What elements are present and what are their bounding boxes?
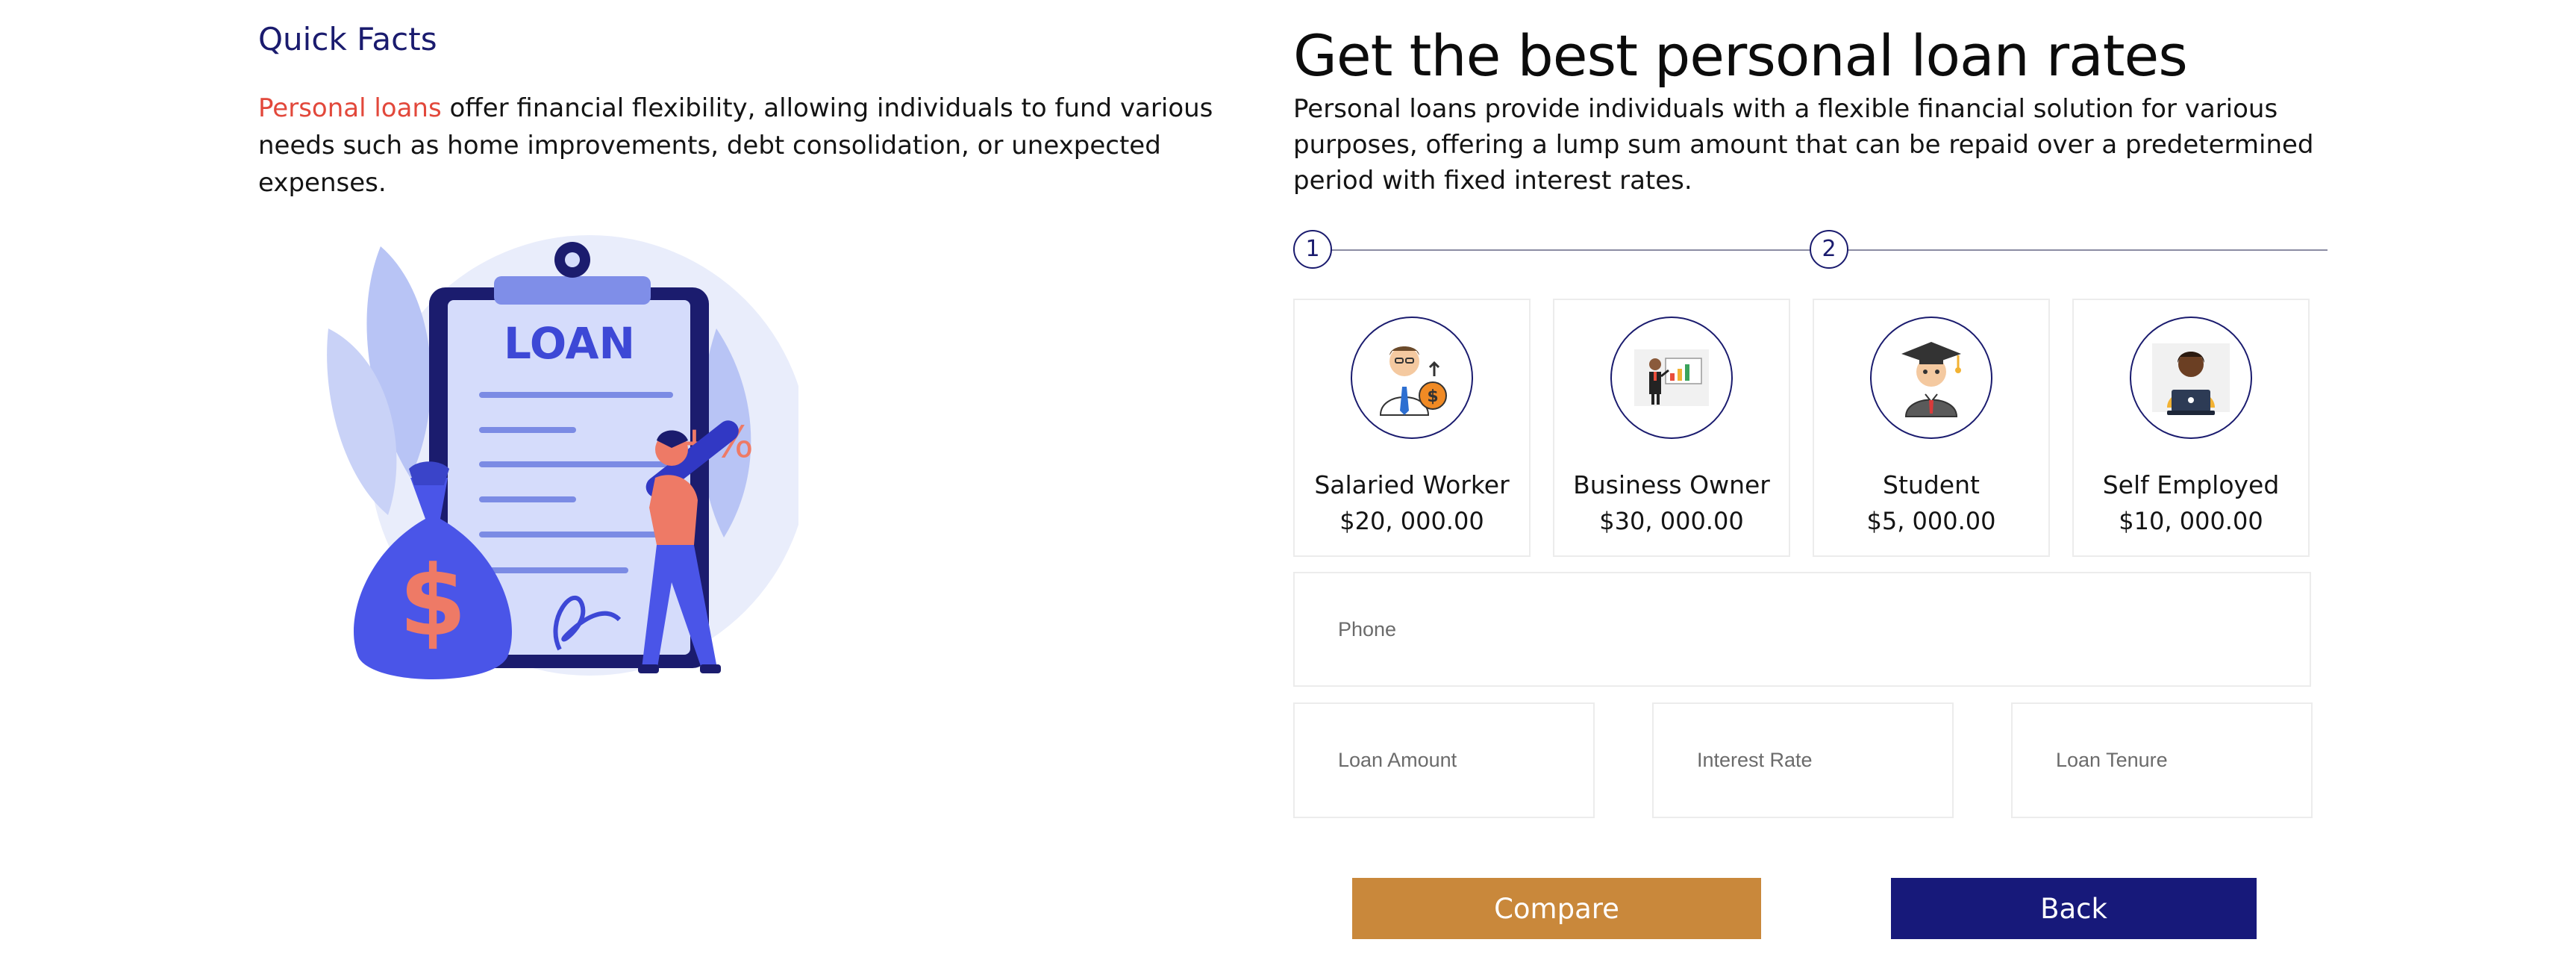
- quick-facts-text: Personal loans offer financial flexibili…: [258, 90, 1258, 202]
- loan-amount-field-wrapper: [1293, 702, 1595, 818]
- card-name: Business Owner: [1573, 470, 1770, 499]
- loan-tenure-field-wrapper: [2011, 702, 2313, 818]
- card-amount: $30, 000.00: [1599, 507, 1744, 535]
- loan-board-text: LOAN: [504, 318, 635, 369]
- card-salaried-worker[interactable]: $ Salaried Worker $20, 000.00: [1293, 299, 1531, 557]
- intro-text: Personal loans provide individuals with …: [1293, 94, 2314, 196]
- card-business-owner[interactable]: Business Owner $30, 000.00: [1553, 299, 1790, 557]
- borrower-type-cards: $ Salaried Worker $20, 000.00 Business O…: [1293, 299, 2310, 557]
- self-employed-icon: [2130, 317, 2252, 439]
- card-amount: $10, 000.00: [2119, 507, 2263, 535]
- phone-input[interactable]: [1295, 573, 2310, 685]
- loan-amount-input[interactable]: [1295, 704, 1593, 817]
- loan-illustration: LOAN +% $: [321, 231, 810, 694]
- salaried-worker-icon: $: [1351, 317, 1473, 439]
- interest-rate-field-wrapper: [1652, 702, 1954, 818]
- card-name: Salaried Worker: [1314, 470, 1510, 499]
- business-owner-icon: [1610, 317, 1733, 439]
- step-2[interactable]: 2: [1810, 230, 1848, 269]
- personal-loans-highlight: Personal loans: [258, 93, 442, 123]
- card-student[interactable]: Student $5, 000.00: [1813, 299, 2050, 557]
- student-icon: [1870, 317, 1992, 439]
- card-amount: $5, 000.00: [1866, 507, 1996, 535]
- card-name: Student: [1883, 470, 1980, 499]
- step-1[interactable]: 1: [1293, 230, 1332, 269]
- card-self-employed[interactable]: Self Employed $10, 000.00: [2072, 299, 2310, 557]
- quick-facts-title: Quick Facts: [258, 21, 437, 57]
- page-title: Get the best personal loan rates: [1293, 22, 2188, 89]
- interest-rate-input[interactable]: [1654, 704, 1952, 817]
- card-name: Self Employed: [2102, 470, 2280, 499]
- svg-text:$: $: [1427, 387, 1438, 406]
- loan-tenure-input[interactable]: [2013, 704, 2311, 817]
- stepper: 1 2: [1293, 228, 2328, 270]
- card-amount: $20, 000.00: [1339, 507, 1484, 535]
- phone-field-wrapper: [1293, 572, 2311, 687]
- compare-button[interactable]: Compare: [1352, 878, 1761, 939]
- bag-dollar-text: $: [399, 544, 466, 658]
- back-button[interactable]: Back: [1891, 878, 2257, 939]
